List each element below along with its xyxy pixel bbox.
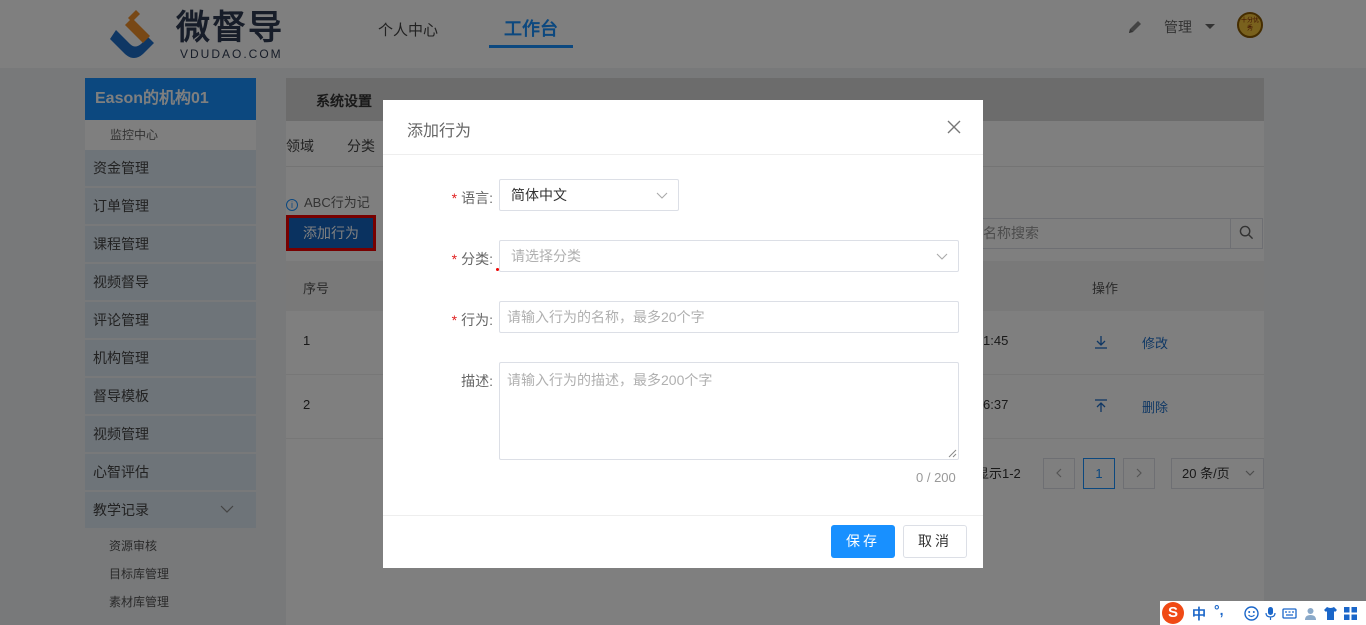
category-select[interactable]: 请选择分类	[499, 240, 959, 272]
user-icon[interactable]	[1303, 606, 1318, 621]
keyboard-icon[interactable]	[1282, 606, 1297, 621]
dialog-header: 添加行为	[383, 100, 983, 155]
emoji-icon[interactable]	[1244, 606, 1259, 621]
ime-mode-toggle[interactable]: 中	[1192, 604, 1206, 624]
language-value: 简体中文	[511, 187, 567, 203]
dialog-title: 添加行为	[407, 123, 472, 140]
category-label: * 分类:	[413, 249, 493, 269]
skin-shirt-icon[interactable]	[1323, 606, 1338, 621]
language-label: * 语言:	[413, 188, 493, 208]
ime-toolbar: S 中 °,	[1160, 601, 1366, 625]
chevron-down-icon	[656, 192, 668, 199]
save-button[interactable]: 保存	[831, 525, 895, 558]
required-mark: *	[451, 190, 458, 206]
close-icon[interactable]	[946, 119, 962, 135]
behavior-label: * 行为:	[413, 310, 493, 330]
description-textarea[interactable]: 请输入行为的描述，最多200个字	[499, 362, 959, 460]
desc-label: 描述:	[461, 373, 493, 389]
ime-punct-toggle[interactable]: °,	[1214, 602, 1224, 618]
char-counter: 0 / 200	[916, 470, 956, 485]
language-select[interactable]: 简体中文	[499, 179, 679, 211]
category-label-text: 分类:	[461, 251, 493, 267]
category-placeholder: 请选择分类	[511, 248, 581, 264]
behavior-input[interactable]: 请输入行为的名称，最多20个字	[499, 301, 959, 333]
required-mark: *	[451, 312, 458, 328]
behavior-label-text: 行为:	[461, 312, 493, 328]
add-behavior-dialog: 添加行为 * 语言: 简体中文 * 分类: 请选择分类 * 行为: 请输入行为的名称，…	[383, 100, 983, 568]
sogou-logo-icon[interactable]: S	[1162, 602, 1184, 624]
resize-handle-icon[interactable]	[948, 449, 957, 458]
microphone-icon[interactable]	[1263, 606, 1278, 621]
grid-menu-icon[interactable]	[1343, 606, 1358, 621]
cancel-button[interactable]: 取消	[903, 525, 967, 558]
required-mark: *	[451, 251, 458, 267]
language-label-text: 语言:	[461, 190, 493, 206]
chevron-down-icon	[936, 253, 948, 260]
